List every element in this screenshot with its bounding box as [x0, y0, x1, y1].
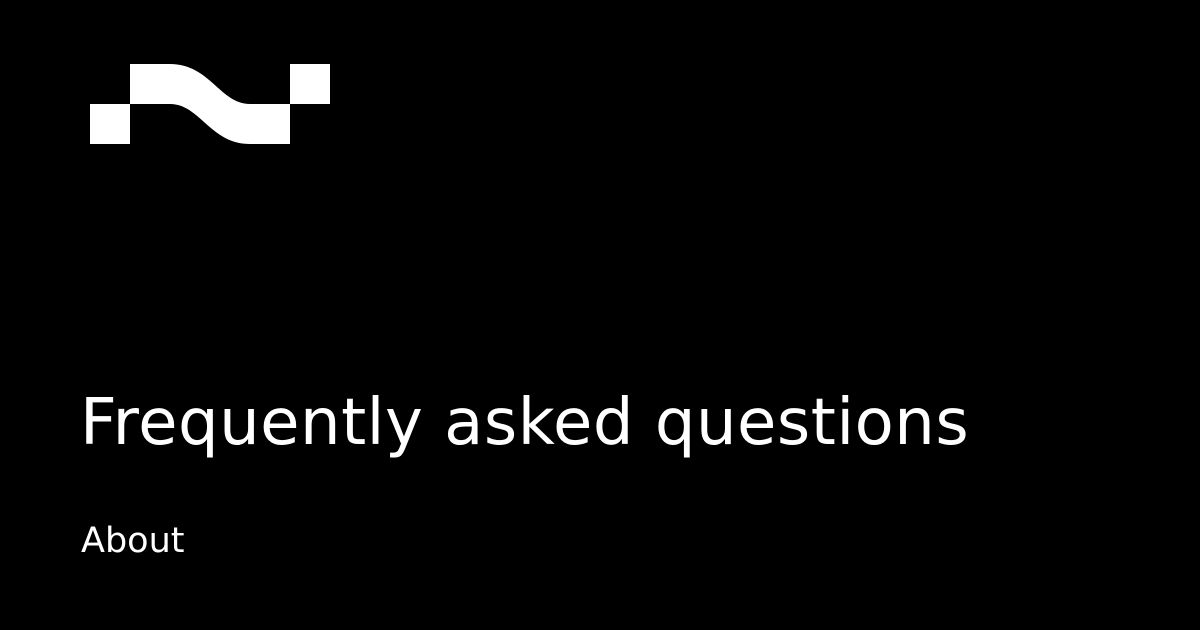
social-share-card: Frequently asked questions About — [0, 0, 1200, 630]
page-title: Frequently asked questions — [80, 386, 970, 460]
wave-logo-icon — [90, 64, 330, 144]
section-label: About — [81, 521, 185, 561]
